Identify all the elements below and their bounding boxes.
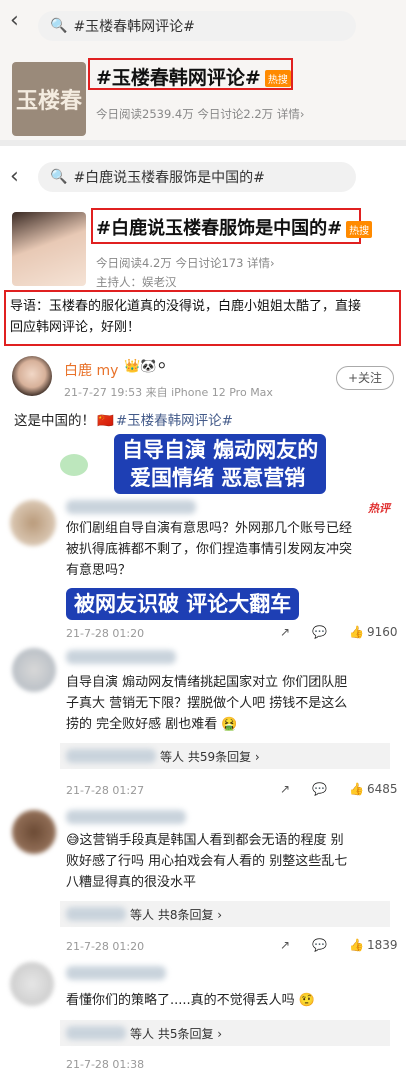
commenter-avatar[interactable] [10, 962, 54, 1006]
intro-text: 导语：玉楼春的服化道真的没得说，白鹿小姐姐太酷了，直接 回应韩网评论，好刚！ [10, 299, 362, 335]
search-text: #玉楼春韩网评论# [73, 19, 195, 35]
search-icon: 🔍 [50, 169, 68, 185]
banner-self-directed: 自导自演 煽动网友的 爱国情绪 恶意营销 [114, 434, 327, 494]
hot-badge: 热搜 [264, 70, 291, 87]
comment-text: 看懂你们的策略了.....真的不觉得丢人吗 🤨 [66, 993, 315, 1008]
commenter-avatar[interactable] [10, 500, 56, 546]
like-button[interactable]: 👍 9160 [349, 625, 398, 639]
comment-actions: ↗ 💬 👍 6485 [280, 782, 398, 796]
share-icon[interactable]: ↗ [280, 782, 290, 796]
follow-button[interactable]: +关注 [336, 366, 394, 390]
reply-preview[interactable]: 等人 共5条回复 › [60, 1020, 390, 1046]
author-badges: 👑🐼⚪ [124, 359, 168, 374]
commenter-avatar[interactable] [12, 648, 56, 692]
comment-text: 😅这营销手段真是韩国人看到都会无语的程度 别 败好感了行吗 用心拍戏会有人看的 … [66, 833, 348, 890]
comment-time: 21-7-28 01:20 [66, 627, 145, 640]
reply-preview[interactable]: 等人 共8条回复 › [60, 901, 390, 927]
divider [0, 140, 406, 146]
reply-icon[interactable]: 💬 [312, 782, 327, 796]
comment-actions: ↗ 💬 👍 9160 [280, 625, 398, 639]
wechat-watermark-icon [60, 454, 88, 476]
topic-title: #白鹿说玉楼春服饰是中国的# 热搜 [96, 214, 373, 240]
back-arrow-icon[interactable]: ‹ [10, 164, 19, 189]
share-icon[interactable]: ↗ [280, 938, 290, 952]
comment-text: 自导自演 煽动网友情绪挑起国家对立 你们团队胆 子真大 营销无下限？摆脱做个人吧… [66, 675, 348, 732]
hot-badge: 热搜 [346, 220, 373, 238]
topic-title: #玉楼春韩网评论# 热搜 [96, 63, 291, 90]
like-button[interactable]: 👍 6485 [349, 782, 398, 796]
topic-thumbnail: 玉楼春 [12, 62, 86, 136]
like-icon: 👍 [349, 782, 364, 796]
topic-stats[interactable]: 今日阅读2539.4万 今日讨论2.2万 详情› [96, 106, 304, 122]
hot-comment-label: 热评 [368, 502, 390, 515]
commenter-name[interactable] [66, 810, 186, 824]
topic-stats[interactable]: 今日阅读4.2万 今日讨论173 详情› [96, 255, 275, 271]
comment-actions: ↗ 💬 👍 1839 [280, 938, 398, 952]
reply-icon[interactable]: 💬 [312, 938, 327, 952]
author-avatar[interactable] [12, 356, 52, 396]
commenter-name[interactable] [66, 500, 196, 514]
comment-time: 21-7-28 01:20 [66, 940, 145, 953]
like-button[interactable]: 👍 1839 [349, 938, 398, 952]
reply-preview[interactable]: 等人 共59条回复 › [60, 743, 390, 769]
topic-host: 主持人：娱老汉 [96, 275, 177, 289]
reply-icon[interactable]: 💬 [312, 625, 327, 639]
back-arrow-icon[interactable]: ‹ [10, 8, 19, 33]
comment-text: 你们剧组自导自演有意思吗？外网那几个账号已经 被扒得底裤都不剩了，你们捏造事情引… [66, 521, 353, 578]
post-meta: 21-7-27 19:53 来自 iPhone 12 Pro Max [64, 386, 273, 399]
like-icon: 👍 [349, 625, 364, 639]
commenter-name[interactable] [66, 966, 166, 980]
commenter-avatar[interactable] [12, 810, 56, 854]
banner-exposed: 被网友识破 评论大翻车 [66, 588, 300, 620]
search-bar[interactable]: 🔍 #玉楼春韩网评论# [38, 11, 356, 41]
comment-time: 21-7-28 01:27 [66, 784, 145, 797]
comment-time: 21-7-28 01:38 [66, 1058, 145, 1071]
like-icon: 👍 [349, 938, 364, 952]
search-text: #白鹿说玉楼春服饰是中国的# [73, 170, 265, 186]
author-name[interactable]: 白鹿 my [64, 360, 118, 380]
search-icon: 🔍 [50, 18, 68, 34]
post-text: 这是中国的！ 🇨🇳 #玉楼春韩网评论# [14, 413, 233, 429]
search-bar[interactable]: 🔍 #白鹿说玉楼春服饰是中国的# [38, 162, 356, 192]
share-icon[interactable]: ↗ [280, 625, 290, 639]
topic-avatar [12, 212, 86, 286]
commenter-name[interactable] [66, 650, 176, 664]
